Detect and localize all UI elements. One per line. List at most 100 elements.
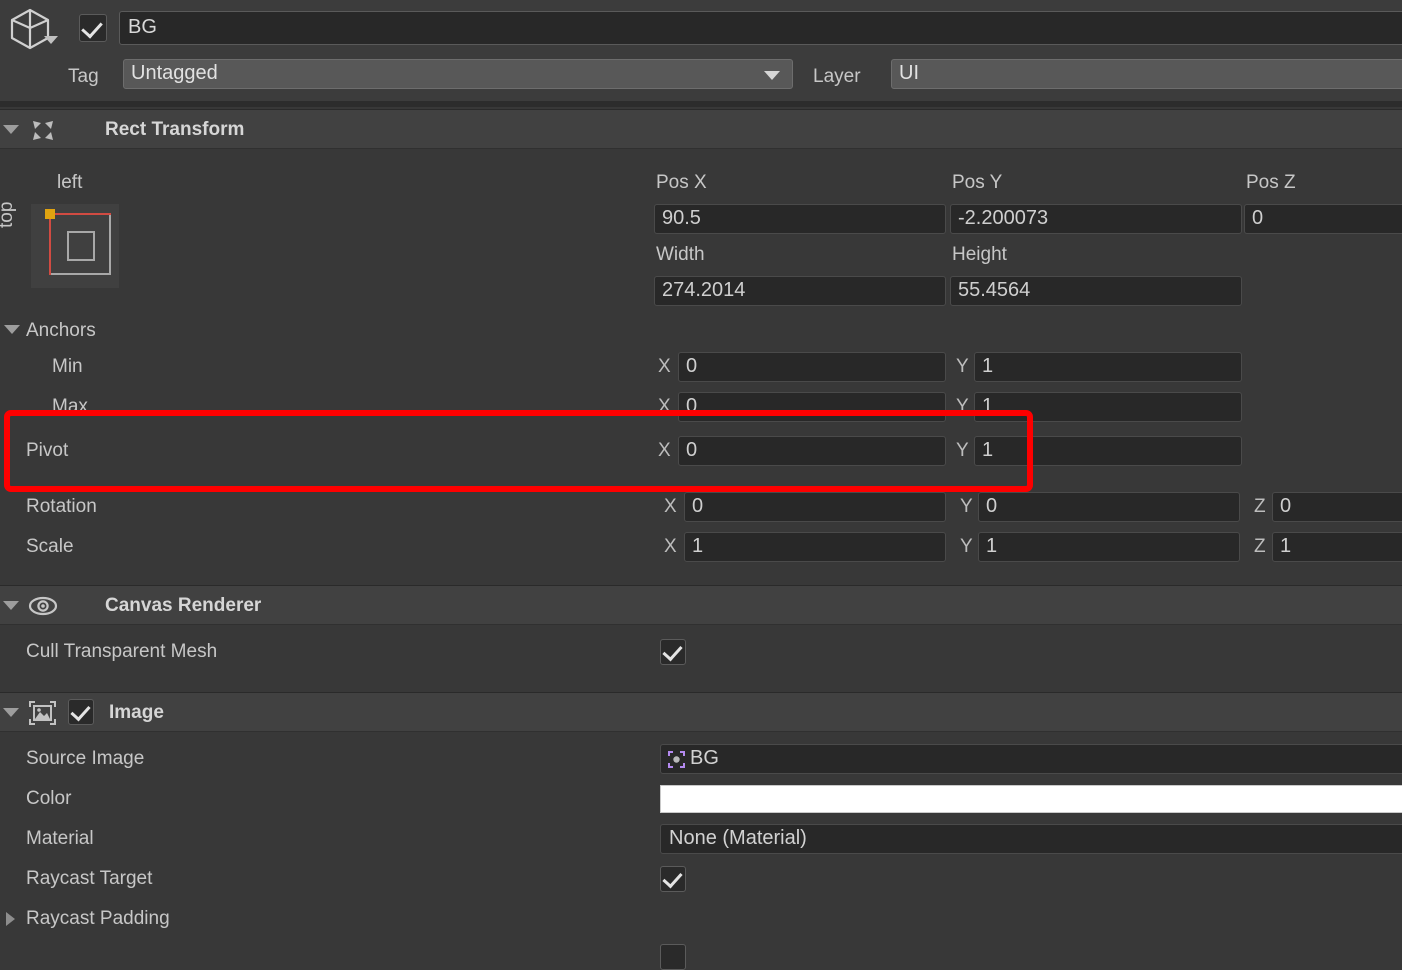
pos-y-label: Pos Y — [952, 172, 1003, 193]
color-label: Color — [26, 788, 72, 809]
rotation-y-value: 0 — [986, 495, 998, 517]
pivot-x-value: 0 — [686, 439, 698, 461]
anchor-min-y-input[interactable]: 1 — [974, 352, 1242, 382]
sprite-icon — [668, 751, 685, 768]
scale-y-axis-label: Y — [960, 536, 973, 557]
pos-x-input[interactable]: 90.5 — [654, 204, 946, 234]
anchor-preview-left-label: left — [57, 172, 83, 193]
pos-x-label: Pos X — [656, 172, 707, 193]
anchor-max-y-input[interactable]: 1 — [974, 392, 1242, 422]
rotation-x-input[interactable]: 0 — [684, 492, 946, 522]
chevron-down-icon — [764, 71, 780, 80]
canvas-renderer-title: Canvas Renderer — [105, 595, 262, 616]
rotation-z-input[interactable]: 0 — [1272, 492, 1402, 522]
unity-inspector-panel: BG Tag Layer Untagged UI Rect Transform … — [0, 0, 1402, 970]
pos-x-value: 90.5 — [662, 207, 701, 229]
rotation-x-axis-label: X — [664, 496, 677, 517]
next-property-checkbox[interactable] — [660, 944, 686, 970]
material-value: None (Material) — [669, 827, 807, 849]
anchor-min-x-value: 0 — [686, 355, 698, 377]
pos-z-input[interactable]: 0 — [1244, 204, 1402, 234]
scale-x-input[interactable]: 1 — [684, 532, 946, 562]
tag-value: Untagged — [131, 62, 218, 84]
pivot-x-axis-label: X — [658, 440, 671, 461]
image-foldout-icon[interactable] — [3, 708, 19, 717]
scale-label: Scale — [26, 536, 74, 557]
image-enabled-checkbox[interactable] — [68, 699, 94, 725]
anchor-max-x-axis-label: X — [658, 396, 671, 417]
tag-dropdown[interactable]: Untagged — [123, 59, 793, 89]
anchor-min-x-input[interactable]: 0 — [678, 352, 946, 382]
rotation-y-input[interactable]: 0 — [978, 492, 1240, 522]
width-input[interactable]: 274.2014 — [654, 276, 946, 306]
scale-y-value: 1 — [986, 535, 998, 557]
anchor-min-x-axis-label: X — [658, 356, 671, 377]
rect-transform-header[interactable]: Rect Transform — [0, 109, 1402, 149]
raycast-target-checkbox[interactable] — [660, 866, 686, 892]
gameobject-icon-dropdown-caret[interactable] — [44, 36, 58, 44]
raycast-padding-foldout-icon[interactable] — [6, 912, 15, 926]
rotation-x-value: 0 — [692, 495, 704, 517]
pivot-y-input[interactable]: 1 — [974, 436, 1242, 466]
gameobject-enabled-checkbox[interactable] — [79, 14, 107, 42]
raycast-padding-label: Raycast Padding — [26, 908, 170, 929]
canvas-renderer-header[interactable]: Canvas Renderer — [0, 585, 1402, 625]
cull-transparent-mesh-checkbox[interactable] — [660, 639, 686, 665]
gameobject-header: BG — [0, 0, 1402, 55]
anchor-preview-top-label: top — [0, 201, 17, 228]
scale-y-input[interactable]: 1 — [978, 532, 1240, 562]
source-image-object-field[interactable]: BG — [660, 744, 1402, 774]
pivot-y-value: 1 — [982, 439, 994, 461]
image-component-title: Image — [109, 702, 164, 723]
gameobject-name-input[interactable]: BG — [119, 11, 1402, 45]
pivot-row: Pivot X 0 Y 1 — [0, 432, 1402, 472]
rotation-z-value: 0 — [1280, 495, 1292, 517]
source-image-label: Source Image — [26, 748, 145, 769]
width-value: 274.2014 — [662, 279, 746, 301]
pos-y-input[interactable]: -2.200073 — [950, 204, 1242, 234]
anchor-max-x-input[interactable]: 0 — [678, 392, 946, 422]
material-object-field[interactable]: None (Material) — [660, 824, 1402, 854]
anchor-red-left-edge — [49, 213, 51, 275]
anchor-red-top-edge — [49, 213, 111, 215]
anchors-foldout-icon[interactable] — [4, 325, 20, 334]
anchor-max-y-value: 1 — [982, 395, 994, 417]
anchors-label: Anchors — [26, 320, 96, 341]
rect-transform-foldout-icon[interactable] — [3, 125, 19, 134]
scale-row: Scale X 1 Y 1 Z 1 — [0, 528, 1402, 568]
check-mark-icon — [70, 700, 91, 722]
material-label: Material — [26, 828, 94, 849]
header-divider — [0, 101, 1402, 107]
check-mark-icon — [662, 867, 683, 889]
height-label: Height — [952, 244, 1007, 265]
source-image-value: BG — [690, 747, 719, 769]
image-component-icon — [29, 701, 56, 725]
pos-y-value: -2.200073 — [958, 207, 1049, 229]
rect-transform-icon — [33, 121, 53, 140]
rotation-label: Rotation — [26, 496, 97, 517]
scale-z-axis-label: Z — [1254, 536, 1266, 557]
image-component-header[interactable]: Image — [0, 692, 1402, 732]
height-value: 55.4564 — [958, 279, 1031, 301]
anchor-max-y-axis-label: Y — [956, 396, 969, 417]
height-input[interactable]: 55.4564 — [950, 276, 1242, 306]
raycast-target-row: Raycast Target — [0, 860, 1402, 900]
canvas-renderer-foldout-icon[interactable] — [3, 601, 19, 610]
cull-transparent-mesh-row: Cull Transparent Mesh — [0, 633, 1402, 673]
scale-x-value: 1 — [692, 535, 704, 557]
anchor-max-x-value: 0 — [686, 395, 698, 417]
tag-label: Tag — [68, 66, 99, 87]
cull-transparent-mesh-label: Cull Transparent Mesh — [26, 641, 218, 662]
anchor-min-y-axis-label: Y — [956, 356, 969, 377]
anchor-max-label: Max — [52, 396, 88, 417]
color-swatch-field[interactable] — [660, 785, 1402, 813]
anchor-min-row: Min X 0 Y 1 — [0, 348, 1402, 388]
rotation-z-axis-label: Z — [1254, 496, 1266, 517]
raycast-target-label: Raycast Target — [26, 868, 153, 889]
layer-dropdown[interactable]: UI — [891, 59, 1402, 89]
scale-z-input[interactable]: 1 — [1272, 532, 1402, 562]
pivot-x-input[interactable]: 0 — [678, 436, 946, 466]
anchor-preset-widget[interactable] — [31, 204, 119, 288]
scale-z-value: 1 — [1280, 535, 1292, 557]
eye-icon — [28, 596, 58, 616]
